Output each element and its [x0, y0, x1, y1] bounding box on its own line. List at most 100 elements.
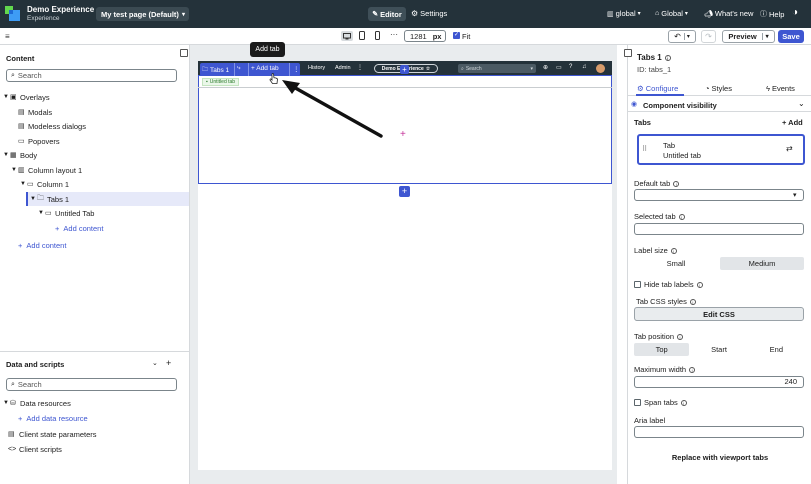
desktop-view-icon[interactable] — [341, 31, 353, 41]
tree-item-client-state[interactable]: ▤ Client state parameters — [8, 427, 97, 441]
component-visibility-row[interactable]: ◉ Component visibility ⌄ — [628, 97, 811, 112]
grid-icon: ▦ — [10, 152, 17, 159]
code-icon: <> — [8, 445, 17, 453]
preview-search[interactable]: ⌕ Search ▾ — [458, 64, 536, 73]
add-tab-link[interactable]: + Add — [782, 118, 803, 127]
preview-nav-history[interactable]: History — [308, 65, 325, 71]
whats-new-button[interactable]: 📣︎ What's new — [704, 9, 753, 18]
aria-label-input[interactable] — [634, 426, 804, 438]
tree-item-client-scripts[interactable]: <> Client scripts — [8, 442, 62, 456]
add-content-link[interactable]: + Add content — [18, 238, 66, 252]
size-medium-option[interactable]: Medium — [720, 257, 804, 270]
settings-tab[interactable]: ⚙ Settings — [411, 9, 447, 18]
tab-configure[interactable]: ⚙ Configure — [637, 84, 678, 93]
building-icon: ▥ — [607, 10, 614, 18]
max-width-label-text: Maximum width — [634, 365, 687, 374]
drop-target-plus-icon[interactable]: + — [400, 129, 406, 140]
swap-icon[interactable]: ⇄ — [786, 144, 793, 153]
chevron-down-icon[interactable]: ⌄ — [152, 359, 158, 367]
position-start-option[interactable]: Start — [691, 343, 747, 356]
fit-checkbox[interactable]: ✓ — [453, 32, 460, 39]
select-parent-icon[interactable]: ⤷ — [237, 65, 240, 72]
position-start-label: Start — [711, 345, 727, 354]
tree-item-column-layout[interactable]: ▼ ▥ Column layout 1 — [11, 163, 82, 177]
collapse-right-panel-icon[interactable] — [624, 49, 632, 57]
menu-icon[interactable]: ≡ — [5, 32, 10, 41]
tree-item-label: Body — [20, 150, 38, 160]
caret-down-icon: ▼ — [30, 196, 36, 202]
pencil-icon: ✎ — [372, 11, 379, 18]
domain-selector[interactable]: ⌂ Global ▾ — [655, 9, 688, 18]
tab-item-card[interactable]: ⠿ Tab Untitled tab ⇄ — [637, 134, 805, 165]
position-top-option[interactable]: Top — [634, 343, 690, 356]
page-selector[interactable]: My test page (Default) ▾ — [96, 7, 189, 21]
component-label-text: Tabs 1 — [210, 66, 230, 74]
undo-button[interactable]: ↶ ▾ — [668, 30, 696, 43]
chevron-down-icon: ⌄ — [798, 99, 805, 108]
add-data-icon[interactable]: + — [166, 358, 171, 368]
data-search-input[interactable]: ⌕ Search — [6, 378, 177, 391]
theme-toggle-icon[interactable]: ◑ — [792, 7, 798, 18]
preview-more-icon[interactable]: ⋮ — [357, 64, 363, 71]
redo-button[interactable]: ↷ — [701, 30, 716, 43]
tree-item-column[interactable]: ▼ ▭ Column 1 — [20, 177, 69, 191]
tree-item-tabs[interactable]: ▼ 🗀︎ Tabs 1 — [26, 192, 189, 206]
content-search-input[interactable]: ⌕ Search — [6, 69, 177, 82]
tree-item-modals[interactable]: ▤ Modals — [18, 105, 52, 119]
hide-tab-labels-checkbox[interactable] — [634, 281, 641, 288]
search-icon: ⌕ — [461, 65, 464, 72]
width-input[interactable]: 1281 px — [404, 30, 446, 42]
tooltip-text: Add tab — [255, 46, 280, 53]
add-tab-button[interactable]: + Add tab — [251, 65, 279, 72]
component-more-icon[interactable]: ⋮ — [293, 65, 300, 73]
add-component-below-button[interactable]: + — [399, 186, 410, 197]
tab-styles[interactable]: ◔ Styles — [705, 84, 732, 93]
more-options-icon[interactable]: ··· — [390, 30, 398, 39]
tree-item-data-resources[interactable]: ▼ ⛁ Data resources — [3, 396, 71, 410]
tree-item-body[interactable]: ▼ ▦ Body — [3, 148, 37, 162]
domain-selector-label: Global — [661, 9, 683, 18]
replace-viewport-tabs-button[interactable]: Replace with viewport tabs — [628, 453, 811, 462]
collapse-panel-icon[interactable] — [180, 49, 188, 57]
save-button[interactable]: Save — [778, 30, 804, 43]
editor-tab-label: Editor — [380, 9, 402, 19]
default-tab-select[interactable]: ▾ — [634, 189, 804, 201]
info-icon: i — [696, 281, 703, 288]
tab-events[interactable]: ϟ Events — [766, 84, 795, 93]
span-tabs-checkbox[interactable] — [634, 399, 641, 406]
add-data-resource-link[interactable]: + Add data resource — [18, 411, 88, 425]
span-tabs-row[interactable]: Span tabs i — [634, 398, 687, 407]
preview-nav-admin[interactable]: Admin — [335, 65, 351, 71]
preview-button[interactable]: Preview ▾ — [722, 30, 775, 43]
hide-tab-labels-row[interactable]: Hide tab labels i — [634, 280, 703, 289]
position-end-option[interactable]: End — [748, 343, 804, 356]
tree-item-untitled-tab[interactable]: ▼ ▭ Untitled Tab — [38, 206, 94, 220]
label-size-label-text: Label size — [634, 246, 668, 255]
max-width-input[interactable]: 240 — [634, 376, 804, 388]
tab-icon: ▭ — [45, 210, 52, 217]
add-content-inner-link[interactable]: + Add content — [55, 221, 103, 235]
chevron-down-icon: ▾ — [684, 11, 688, 17]
edit-css-button[interactable]: Edit CSS — [634, 307, 804, 321]
preview-avatar — [596, 64, 605, 73]
tree-item-modeless[interactable]: ▤ Modeless dialogs — [18, 119, 86, 133]
selected-tab-input[interactable] — [634, 223, 804, 235]
drag-handle-icon[interactable]: ⠿ — [642, 145, 647, 153]
untitled-tab-chip[interactable]: ▪ Untitled tab — [202, 78, 240, 86]
mobile-view-icon[interactable] — [375, 31, 380, 40]
scope-selector-label: global — [615, 9, 636, 18]
editor-tab[interactable]: ✎ Editor — [368, 7, 406, 21]
tree-item-popovers[interactable]: ▭ Popovers — [18, 134, 60, 148]
tablet-view-icon[interactable] — [359, 31, 365, 40]
gear-icon: ⚙ — [637, 84, 644, 93]
scope-selector[interactable]: ▥ global ▾ — [607, 9, 641, 18]
help-button[interactable]: ⓘ Help — [760, 9, 784, 19]
width-value: 1281 — [410, 31, 427, 41]
add-component-top-button[interactable]: + — [400, 65, 409, 74]
size-small-option[interactable]: Small — [634, 257, 718, 270]
tree-item-overlays[interactable]: ▼ ▣ Overlays — [3, 90, 50, 104]
component-label[interactable]: 🗀︎ Tabs 1 — [202, 65, 229, 75]
caret-down-icon: ▼ — [38, 210, 44, 216]
chevron-down-icon: ▾ — [181, 11, 185, 18]
whats-new-label: What's new — [714, 9, 754, 18]
